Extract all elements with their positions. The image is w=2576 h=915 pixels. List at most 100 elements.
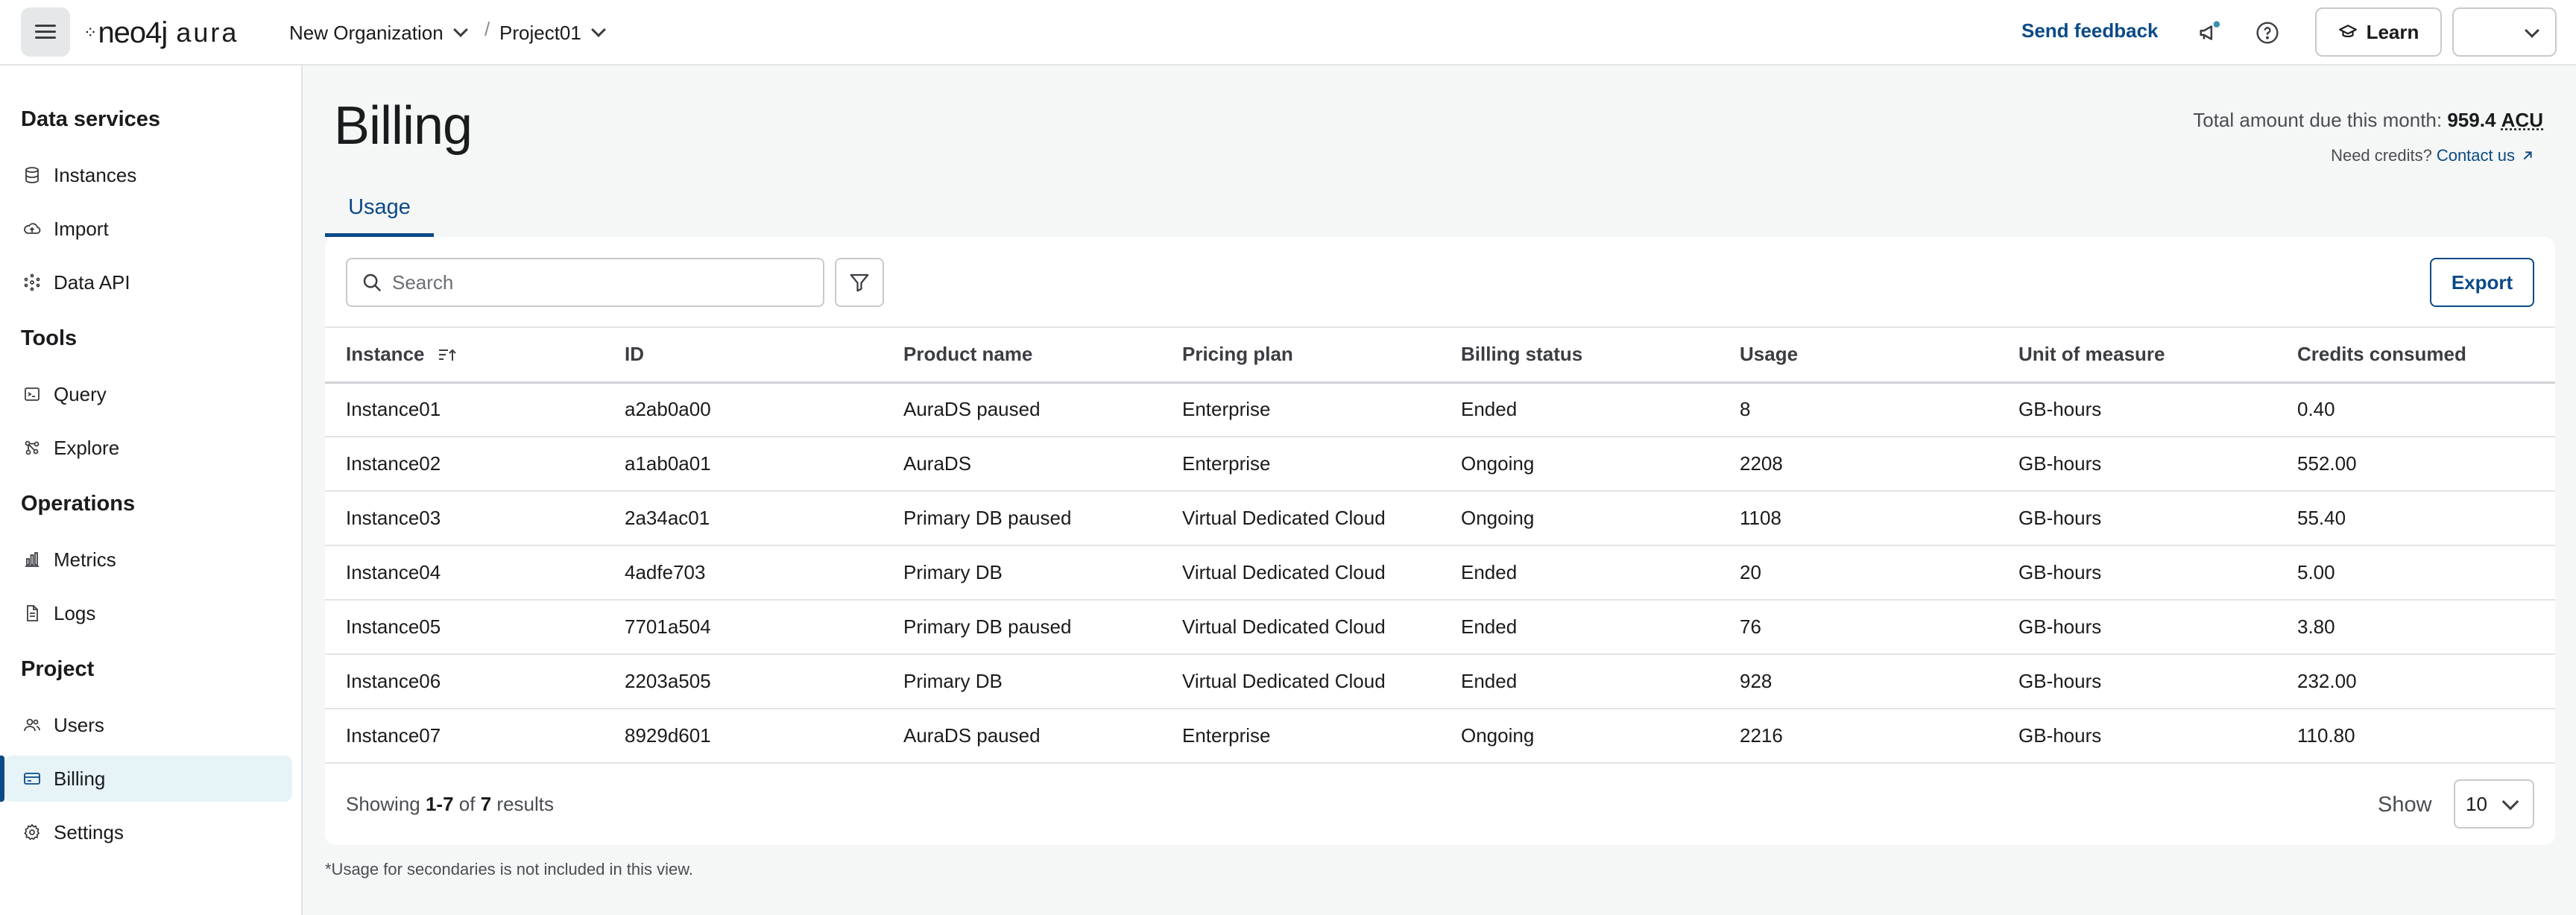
sidebar-item-label: Import — [54, 217, 109, 240]
column-header-credits-consumed[interactable]: Credits consumed — [2276, 326, 2555, 384]
cell-instance: Instance05 — [325, 600, 604, 655]
showing-of: of — [458, 793, 476, 815]
search-icon — [363, 273, 382, 292]
cell-id: 7701a504 — [604, 600, 883, 655]
column-header-label: Instance — [346, 343, 425, 366]
cell-pricing-plan: Enterprise — [1161, 382, 1440, 437]
cell-billing-status: Ended — [1440, 545, 1719, 601]
sort-icon[interactable] — [438, 347, 457, 364]
sidebar-item-metrics[interactable]: Metrics — [4, 536, 292, 583]
showing-prefix: Showing — [346, 793, 420, 815]
cell-pricing-plan: Enterprise — [1161, 709, 1440, 764]
logo-dots-icon: ⁘ — [83, 23, 97, 42]
column-header-id[interactable]: ID — [604, 326, 883, 384]
cell-billing-status: Ended — [1440, 600, 1719, 655]
sidebar-item-billing[interactable]: Billing — [0, 756, 292, 802]
user-menu-button[interactable] — [2452, 7, 2557, 57]
total-unit[interactable]: ACU — [2501, 109, 2543, 131]
external-link-icon — [2523, 151, 2532, 160]
footnote: *Usage for secondaries is not included i… — [325, 860, 694, 878]
cell-unit: GB-hours — [1998, 654, 2276, 709]
sidebar-item-data-api[interactable]: Data API — [4, 259, 292, 305]
neo4j-aura-logo[interactable]: ⁘ neo4j aura — [83, 10, 239, 55]
cell-usage: 2216 — [1719, 709, 1998, 764]
search-input[interactable] — [392, 270, 809, 294]
cell-billing-status: Ended — [1440, 654, 1719, 709]
cell-product-name: Primary DB paused — [883, 491, 1161, 546]
tab-usage[interactable]: Usage — [325, 182, 434, 237]
credit-card-icon — [22, 769, 42, 788]
project-name: Project01 — [499, 21, 581, 44]
column-header-product-name[interactable]: Product name — [883, 326, 1161, 384]
cloud-upload-icon — [22, 219, 42, 238]
cell-pricing-plan: Enterprise — [1161, 437, 1440, 492]
send-feedback-link[interactable]: Send feedback — [2021, 19, 2159, 42]
credits-prompt: Need credits? — [2331, 146, 2432, 165]
sidebar: Data services Instances Import Data API … — [0, 66, 303, 915]
graph-explore-icon — [22, 438, 42, 458]
cell-instance: Instance04 — [325, 545, 604, 601]
cell-usage: 1108 — [1719, 491, 1998, 546]
sidebar-item-import[interactable]: Import — [4, 206, 292, 252]
cell-instance: Instance01 — [325, 382, 604, 437]
column-header-instance[interactable]: Instance — [325, 326, 604, 384]
sidebar-item-instances[interactable]: Instances — [4, 152, 292, 198]
column-header-unit-of-measure[interactable]: Unit of measure — [1998, 326, 2276, 384]
learn-button[interactable]: Learn — [2315, 7, 2442, 57]
sidebar-item-users[interactable]: Users — [4, 702, 292, 748]
sidebar-item-logs[interactable]: Logs — [4, 590, 292, 636]
sidebar-item-query[interactable]: Query — [4, 371, 292, 417]
chevron-down-icon — [2501, 793, 2519, 811]
page-size-label: Show — [2378, 793, 2432, 817]
cell-pricing-plan: Virtual Dedicated Cloud — [1161, 600, 1440, 655]
contact-us-link[interactable]: Contact us — [2437, 146, 2515, 165]
filter-button[interactable] — [835, 258, 884, 307]
learn-label: Learn — [2366, 20, 2419, 43]
column-header-usage[interactable]: Usage — [1719, 326, 1998, 384]
cell-id: a2ab0a00 — [604, 382, 883, 437]
sidebar-heading-data-services: Data services — [21, 107, 161, 131]
cell-instance: Instance03 — [325, 491, 604, 546]
cell-credits: 5.00 — [2276, 545, 2555, 601]
sidebar-item-label: Query — [54, 382, 107, 405]
cell-id: a1ab0a01 — [604, 437, 883, 492]
cell-id: 2203a505 — [604, 654, 883, 709]
help-button[interactable] — [2251, 16, 2284, 49]
cell-usage: 2208 — [1719, 437, 1998, 492]
menu-icon[interactable] — [21, 7, 70, 57]
search-field[interactable] — [346, 258, 824, 307]
gear-icon — [22, 823, 42, 842]
cell-unit: GB-hours — [1998, 545, 2276, 601]
column-header-pricing-plan[interactable]: Pricing plan — [1161, 326, 1440, 384]
cell-credits: 552.00 — [2276, 437, 2555, 492]
table-row: Instance04 4adfe703 Primary DB Virtual D… — [325, 545, 2555, 601]
sidebar-heading-operations: Operations — [21, 492, 136, 516]
sidebar-item-label: Explore — [54, 436, 120, 459]
page-size-select[interactable]: 10 — [2454, 779, 2534, 829]
chevron-down-icon — [590, 22, 606, 37]
cell-unit: GB-hours — [1998, 382, 2276, 437]
terminal-icon — [22, 384, 42, 404]
cell-usage: 20 — [1719, 545, 1998, 601]
organization-selector[interactable]: New Organization — [289, 16, 468, 49]
sidebar-item-explore[interactable]: Explore — [4, 425, 292, 471]
cell-id: 4adfe703 — [604, 545, 883, 601]
table-row: Instance03 2a34ac01 Primary DB paused Vi… — [325, 491, 2555, 546]
help-circle-icon — [2256, 22, 2279, 44]
chevron-down-icon — [452, 22, 468, 37]
cell-id: 8929d601 — [604, 709, 883, 764]
cell-unit: GB-hours — [1998, 437, 2276, 492]
table-row: Instance06 2203a505 Primary DB Virtual D… — [325, 654, 2555, 709]
column-header-billing-status[interactable]: Billing status — [1440, 326, 1719, 384]
cell-instance: Instance02 — [325, 437, 604, 492]
project-selector[interactable]: Project01 — [499, 16, 606, 49]
table-header-row: Instance ID Product name Pricing plan Bi… — [325, 326, 2555, 384]
announcements-button[interactable] — [2193, 16, 2226, 49]
export-button[interactable]: Export — [2430, 258, 2534, 307]
sidebar-item-label: Users — [54, 713, 104, 736]
sidebar-item-settings[interactable]: Settings — [4, 809, 292, 855]
logo-product: aura — [176, 17, 239, 48]
page-title: Billing — [334, 96, 473, 156]
cell-instance: Instance07 — [325, 709, 604, 764]
bar-chart-icon — [22, 550, 42, 569]
